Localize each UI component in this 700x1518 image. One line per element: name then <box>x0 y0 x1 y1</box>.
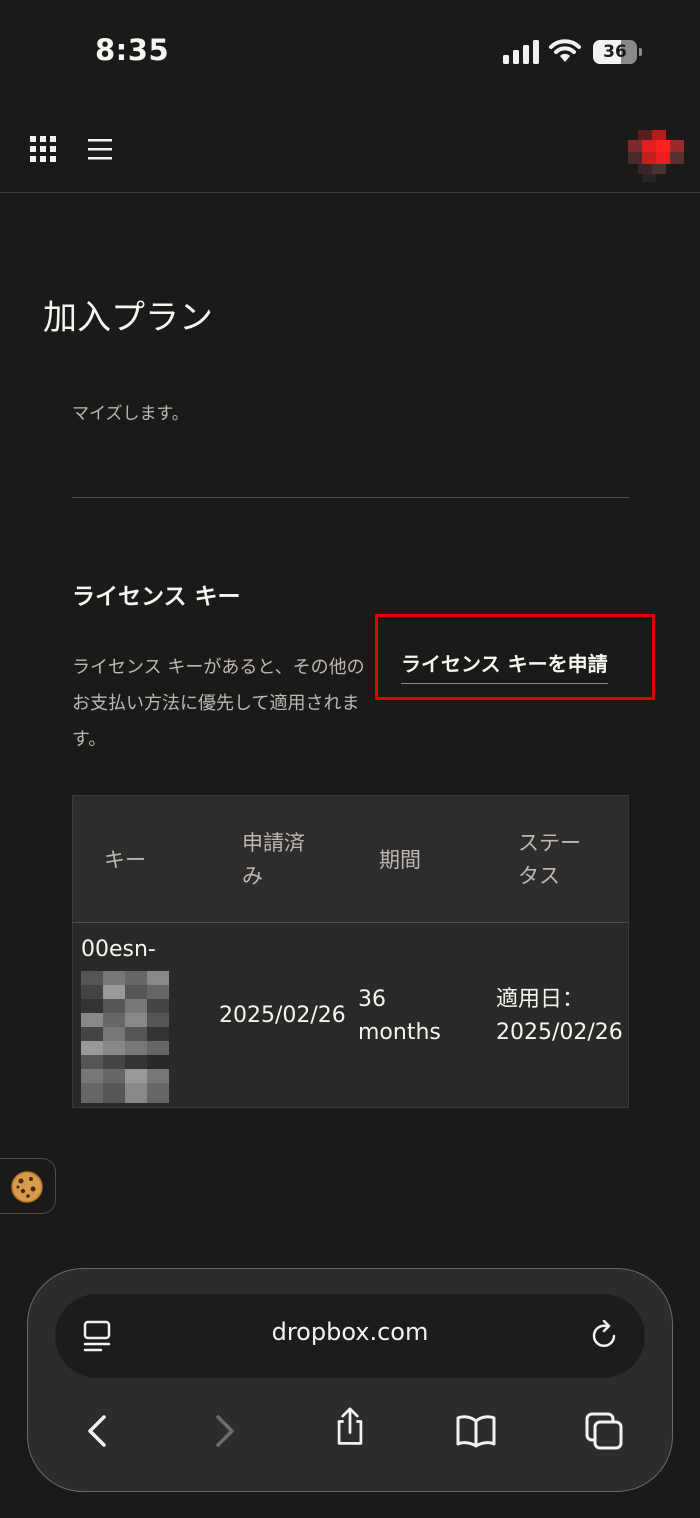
license-key-description: ライセンス キーがあると、その他のお支払い方法に優先して適用されます。 <box>72 657 365 750</box>
intro-text: マイズします。 <box>72 404 189 424</box>
column-header-status: ステー タス <box>518 831 581 888</box>
app-grid-icon[interactable] <box>30 136 56 162</box>
address-bar[interactable]: dropbox.com <box>55 1294 645 1378</box>
license-key-value: 00esn- <box>81 937 156 962</box>
license-key-table: キー 申請済 み 期間 ステー タス 00esn- 2025/02/26 36 … <box>72 795 629 1108</box>
period-value: 36 months <box>358 987 441 1045</box>
page-title: 加入プラン <box>43 298 213 338</box>
table-row: 00esn- 2025/02/26 36 months 適用日： 2025/02… <box>73 923 628 1107</box>
url-text: dropbox.com <box>271 1318 429 1346</box>
cellular-signal-icon <box>503 40 539 64</box>
bookmarks-icon[interactable] <box>456 1411 496 1451</box>
share-icon[interactable] <box>330 1407 370 1447</box>
column-header-period: 期間 <box>379 848 421 872</box>
status-time: 8:35 <box>95 33 170 67</box>
license-key-heading: ライセンス キー <box>72 584 241 610</box>
table-header-row: キー 申請済 み 期間 ステー タス <box>73 796 628 923</box>
battery-level: 36 <box>603 42 627 62</box>
forward-icon[interactable] <box>204 1411 244 1451</box>
back-icon[interactable] <box>78 1411 118 1451</box>
top-nav <box>0 100 700 193</box>
column-header-key: キー <box>104 848 146 872</box>
column-header-requested: 申請済 み <box>242 831 305 888</box>
avatar[interactable] <box>628 126 684 182</box>
cookie-icon <box>11 1171 43 1203</box>
redacted-key-image <box>81 971 169 1103</box>
request-license-key-link[interactable]: ライセンス キーを申請 <box>401 648 608 684</box>
reload-icon[interactable] <box>590 1320 620 1352</box>
requested-date-value: 2025/02/26 <box>219 1003 346 1028</box>
wifi-icon <box>549 39 581 62</box>
browser-toolbar: dropbox.com <box>27 1268 673 1492</box>
hamburger-menu-icon[interactable] <box>88 137 112 161</box>
section-divider <box>72 497 629 498</box>
cookie-settings-button[interactable] <box>0 1158 56 1214</box>
tabs-icon[interactable] <box>584 1411 624 1451</box>
status-value: 適用日： 2025/02/26 <box>496 987 623 1045</box>
